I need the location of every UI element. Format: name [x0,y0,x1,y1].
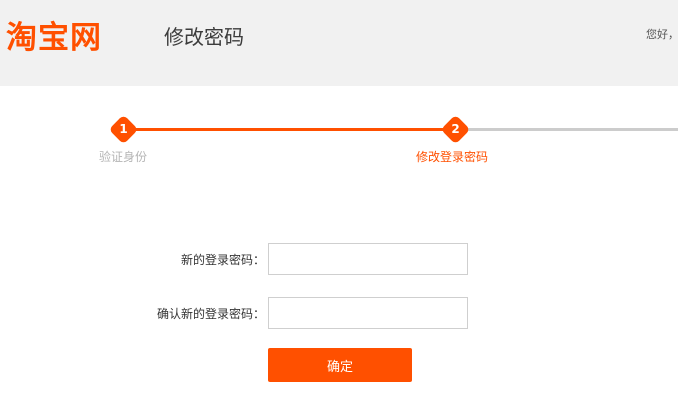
new-password-input[interactable] [268,243,468,275]
new-password-label: 新的登录密码： [180,253,265,267]
confirm-password-label: 确认新的登录密码： [156,307,265,321]
step-connector-inactive [458,128,678,131]
step-2-marker: 2 [440,114,471,145]
progress-steps: 1 验证身份 2 修改登录密码 [0,0,678,200]
step-1-number: 1 [119,122,128,136]
step-2-number: 2 [451,122,460,136]
confirm-password-input[interactable] [268,297,468,329]
step-connector-active [125,128,457,131]
step-2-label: 修改登录密码 [416,150,489,164]
confirm-button[interactable]: 确定 [268,348,412,382]
step-1-marker: 1 [108,114,139,145]
step-1-label: 验证身份 [99,150,148,164]
